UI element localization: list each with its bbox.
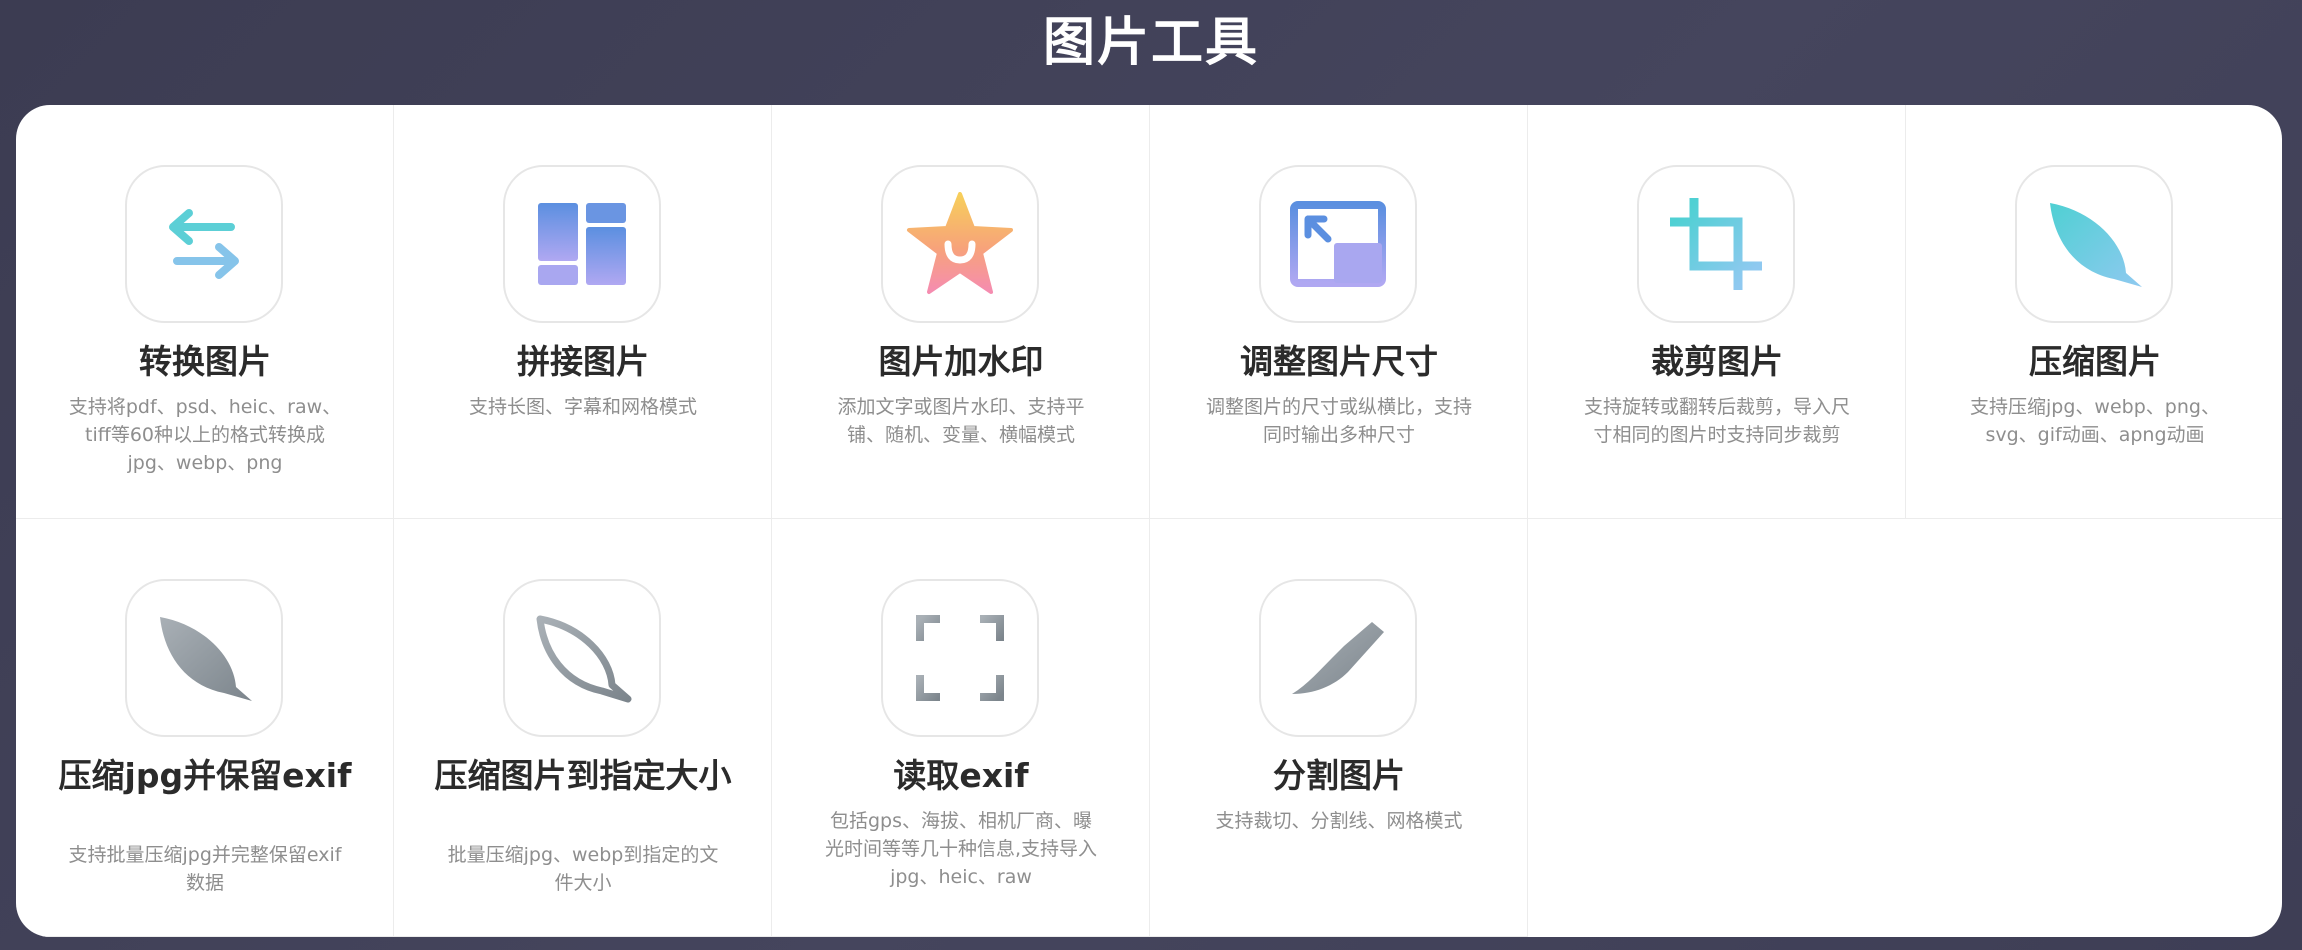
scan-icon xyxy=(881,579,1039,737)
knife-icon xyxy=(1259,579,1417,737)
tool-card-stitch[interactable]: 拼接图片 支持长图、字幕和网格模式 xyxy=(394,105,772,519)
tool-card-compress[interactable]: 压缩图片 支持压缩jpg、webp、png、svg、gif动画、apng动画 xyxy=(1906,105,2282,519)
tool-card-compress-jpg-exif[interactable]: 压缩jpg并保留exif 支持批量压缩jpg并完整保留exif数据 xyxy=(16,519,394,937)
tool-card-convert[interactable]: 转换图片 支持将pdf、psd、heic、raw、tiff等60种以上的格式转换… xyxy=(16,105,394,519)
convert-arrows-icon xyxy=(125,165,283,323)
tools-panel: 转换图片 支持将pdf、psd、heic、raw、tiff等60种以上的格式转换… xyxy=(16,105,2282,937)
resize-icon xyxy=(1259,165,1417,323)
tool-desc: 包括gps、海拔、相机厂商、曝光时间等等几十种信息,支持导入jpg、heic、r… xyxy=(824,810,1098,888)
tool-card-resize[interactable]: 调整图片尺寸 调整图片的尺寸或纵横比，支持同时输出多种尺寸 xyxy=(1150,105,1528,519)
tool-desc: 支持裁切、分割线、网格模式 xyxy=(1215,810,1463,832)
tool-title: 分割图片 xyxy=(1273,756,1405,795)
tool-title: 压缩图片到指定大小 xyxy=(434,756,732,795)
tool-desc: 支持长图、字幕和网格模式 xyxy=(468,396,697,418)
tool-desc: 批量压缩jpg、webp到指定的文件大小 xyxy=(447,844,719,894)
tool-card-watermark[interactable]: 图片加水印 添加文字或图片水印、支持平铺、随机、变量、横幅模式 xyxy=(772,105,1150,519)
tool-title: 拼接图片 xyxy=(517,342,649,381)
tool-card-split[interactable]: 分割图片 支持裁切、分割线、网格模式 xyxy=(1150,519,1528,937)
page-title: 图片工具 xyxy=(1042,13,1259,73)
tool-desc: 支持将pdf、psd、heic、raw、tiff等60种以上的格式转换成jpg、… xyxy=(68,396,342,474)
tool-title: 压缩图片 xyxy=(2029,342,2161,381)
crop-icon xyxy=(1637,165,1795,323)
tool-title: 裁剪图片 xyxy=(1651,342,1783,381)
tool-desc: 添加文字或图片水印、支持平铺、随机、变量、横幅模式 xyxy=(837,396,1085,446)
star-watermark-icon xyxy=(881,165,1039,323)
tool-desc: 支持压缩jpg、webp、png、svg、gif动画、apng动画 xyxy=(1970,396,2220,446)
leaf-outline-icon xyxy=(503,579,661,737)
tool-title: 转换图片 xyxy=(139,342,271,381)
tool-title: 读取exif xyxy=(893,756,1029,795)
tool-title: 图片加水印 xyxy=(878,342,1044,381)
leaf-compress-icon xyxy=(2015,165,2173,323)
tool-desc: 支持旋转或翻转后裁剪，导入尺寸相同的图片时支持同步裁剪 xyxy=(1583,396,1850,446)
leaf-gray-icon xyxy=(125,579,283,737)
tool-title: 压缩jpg并保留exif xyxy=(58,756,352,795)
tool-desc: 调整图片的尺寸或纵横比，支持同时输出多种尺寸 xyxy=(1205,396,1472,446)
empty-cell xyxy=(1906,519,2282,937)
tool-card-compress-to-size[interactable]: 压缩图片到指定大小 批量压缩jpg、webp到指定的文件大小 xyxy=(394,519,772,937)
layout-grid-icon xyxy=(503,165,661,323)
tool-card-crop[interactable]: 裁剪图片 支持旋转或翻转后裁剪，导入尺寸相同的图片时支持同步裁剪 xyxy=(1528,105,1906,519)
tool-title: 调整图片尺寸 xyxy=(1240,342,1438,381)
tool-desc: 支持批量压缩jpg并完整保留exif数据 xyxy=(68,844,342,894)
tool-card-read-exif[interactable]: 读取exif 包括gps、海拔、相机厂商、曝光时间等等几十种信息,支持导入jpg… xyxy=(772,519,1150,937)
empty-cell xyxy=(1528,519,1906,937)
